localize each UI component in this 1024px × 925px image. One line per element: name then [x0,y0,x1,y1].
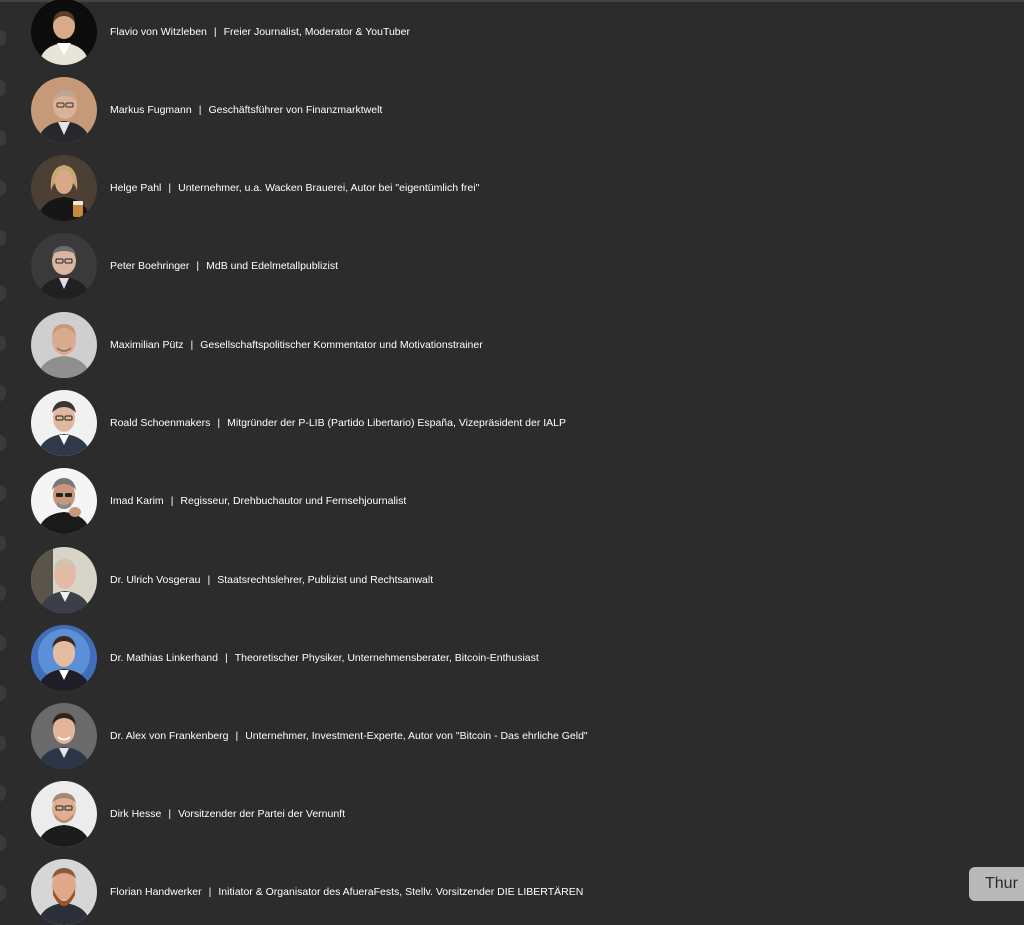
speaker-text: Dr. Ulrich Vosgerau | Staatsrechtslehrer, … [110,574,433,586]
speaker-photo [31,390,97,456]
speaker-row-dirk-hesse: Dirk Hesse | Vorsitzender der Partei der V… [31,781,345,847]
speaker-role: Unternehmer, Investment-Experte, Autor v… [245,730,588,742]
speaker-name: Markus Fugmann [110,104,192,116]
speaker-role: Mitgründer der P-LIB (Partido Libertario… [227,417,567,429]
speaker-name: Dr. Mathias Linkerhand [110,652,218,664]
speaker-text: Florian Handwerker | Initiator & Organisat… [110,886,583,898]
speaker-avatar [31,703,97,769]
speaker-role: MdB und Edelmetallpublizist [206,260,339,272]
speaker-name: Flavio von Witzleben [110,26,207,38]
speaker-avatar [31,859,97,925]
speaker-photo [31,781,97,847]
separator: | [190,339,194,351]
separator: | [198,104,202,116]
speaker-row-mathias-linkerhand: Dr. Mathias Linkerhand | Theoretischer Phy… [31,625,539,691]
side-tab-button[interactable]: Thur [969,867,1024,901]
separator: | [196,260,200,272]
speaker-avatar [31,77,97,143]
speaker-photo [31,233,97,299]
speaker-avatar [31,312,97,378]
speaker-role: Staatsrechtslehrer, Publizist und Rechts… [217,574,434,586]
speaker-name: Helge Pahl [110,182,162,194]
speaker-row-alex-von-frankenberg: Dr. Alex von Frankenberg | Unternehmer, In… [31,703,588,769]
speaker-avatar [31,233,97,299]
speaker-role: Regisseur, Drehbuchautor und Fernsehjour… [180,495,407,507]
speaker-name: Dirk Hesse [110,808,162,820]
speaker-row-roald-schoenmakers: Roald Schoenmakers | Mitgründer der P-LIB … [31,390,566,456]
speaker-row-ulrich-vosgerau: Dr. Ulrich Vosgerau | Staatsrechtslehrer, … [31,547,433,613]
speaker-role: Theoretischer Physiker, Unternehmensbera… [234,652,539,664]
speaker-name: Peter Boehringer [110,260,190,272]
speaker-photo [31,0,97,65]
speaker-row-helge-pahl: Helge Pahl | Unternehmer, u.a. Wacken Brau… [31,155,479,221]
speaker-avatar [31,781,97,847]
speaker-row-florian-handwerker: Florian Handwerker | Initiator & Organisat… [31,859,583,925]
separator: | [235,730,239,742]
speaker-name: Dr. Ulrich Vosgerau [110,574,201,586]
speaker-text: Imad Karim | Regisseur, Drehbuchautor und … [110,495,406,507]
speaker-name: Florian Handwerker [110,886,202,898]
speaker-text: Markus Fugmann | Geschäftsführer von Finan… [110,104,382,116]
speaker-photo [31,625,97,691]
speaker-text: Peter Boehringer | MdB und Edelmetallpubli… [110,260,338,272]
speaker-row-flavio-von-witzleben: Flavio von Witzleben | Freier Journalist, … [31,0,410,65]
speaker-text: Dr. Mathias Linkerhand | Theoretischer Phy… [110,652,539,664]
speaker-photo [31,468,97,534]
speaker-avatar [31,0,97,65]
speaker-text: Maximilian Pütz | Gesellschaftspolitischer… [110,339,483,351]
speaker-avatar [31,625,97,691]
separator: | [170,495,174,507]
speaker-text: Dirk Hesse | Vorsitzender der Partei der V… [110,808,345,820]
separator: | [168,182,172,194]
speaker-text: Roald Schoenmakers | Mitgründer der P-LIB … [110,417,566,429]
speaker-text: Flavio von Witzleben | Freier Journalist, … [110,26,410,38]
speaker-photo [31,77,97,143]
speaker-row-peter-boehringer: Peter Boehringer | MdB und Edelmetallpubli… [31,233,338,299]
speaker-photo [31,155,97,221]
separator: | [224,652,228,664]
speaker-photo [31,703,97,769]
speaker-avatar [31,468,97,534]
separator: | [217,417,221,429]
speaker-name: Imad Karim [110,495,164,507]
speaker-name: Roald Schoenmakers [110,417,211,429]
speaker-row-maximilian-puetz: Maximilian Pütz | Gesellschaftspolitischer… [31,312,483,378]
speaker-role: Vorsitzender der Partei der Vernunft [178,808,346,820]
speaker-avatar [31,155,97,221]
speaker-name: Dr. Alex von Frankenberg [110,730,229,742]
speaker-role: Geschäftsführer von Finanzmarktwelt [208,104,383,116]
speaker-list: Flavio von Witzleben | Freier Journalist, … [0,0,1024,925]
speaker-row-markus-fugmann: Markus Fugmann | Geschäftsführer von Finan… [31,77,382,143]
speaker-avatar [31,390,97,456]
speaker-photo [31,547,97,613]
separator: | [168,808,172,820]
separator: | [208,886,212,898]
speaker-role: Initiator & Organisator des AfueraFests,… [218,886,584,898]
separator: | [207,574,211,586]
speaker-role: Gesellschaftspolitischer Kommentator und… [200,339,483,351]
speaker-name: Maximilian Pütz [110,339,184,351]
speaker-row-imad-karim: Imad Karim | Regisseur, Drehbuchautor und … [31,468,406,534]
speaker-photo [31,312,97,378]
speaker-role: Freier Journalist, Moderator & YouTuber [223,26,410,38]
speaker-avatar [31,547,97,613]
separator: | [213,26,217,38]
speaker-text: Dr. Alex von Frankenberg | Unternehmer, In… [110,730,588,742]
speaker-photo [31,859,97,925]
speaker-text: Helge Pahl | Unternehmer, u.a. Wacken Brau… [110,182,479,194]
speaker-role: Unternehmer, u.a. Wacken Brauerei, Autor… [178,182,480,194]
